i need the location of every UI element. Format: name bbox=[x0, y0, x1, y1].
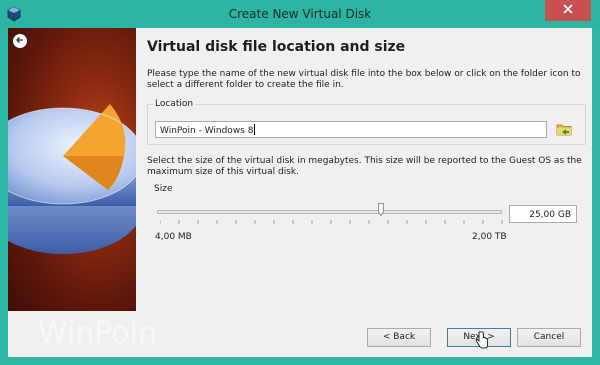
size-description: Select the size of the virtual disk in m… bbox=[147, 156, 582, 177]
size-value-input[interactable]: 25,00 GB bbox=[509, 205, 577, 223]
page-heading: Virtual disk file location and size bbox=[147, 39, 406, 55]
file-location-value: WinPoin - Windows 8 bbox=[160, 126, 254, 136]
slider-ticks bbox=[160, 220, 503, 224]
close-icon bbox=[563, 4, 573, 17]
hand-cursor-icon bbox=[475, 331, 489, 352]
size-max-label: 2,00 TB bbox=[472, 232, 507, 242]
file-location-input[interactable]: WinPoin - Windows 8 bbox=[155, 121, 547, 138]
size-slider-track[interactable] bbox=[157, 210, 502, 214]
wizard-back-button[interactable] bbox=[13, 34, 27, 48]
folder-icon bbox=[556, 122, 572, 139]
size-slider-thumb[interactable] bbox=[378, 203, 384, 217]
location-group-label: Location bbox=[153, 99, 196, 110]
size-min-label: 4,00 MB bbox=[155, 232, 192, 242]
size-group: Size 4,00 MB 2,00 TB 25,00 GB bbox=[147, 184, 586, 249]
close-button[interactable] bbox=[545, 0, 591, 21]
intro-text: Please type the name of the new virtual … bbox=[147, 69, 581, 90]
cancel-button[interactable]: Cancel bbox=[517, 328, 581, 347]
title-bar: Create New Virtual Disk bbox=[0, 0, 600, 28]
location-group: Location WinPoin - Windows 8 bbox=[147, 99, 586, 145]
choose-folder-button[interactable] bbox=[554, 120, 574, 140]
watermark: WinPoin bbox=[38, 316, 158, 351]
back-arrow-icon bbox=[15, 35, 25, 48]
text-caret bbox=[254, 124, 256, 135]
window-title: Create New Virtual Disk bbox=[228, 7, 372, 21]
size-group-label: Size bbox=[152, 184, 175, 195]
back-button[interactable]: < Back bbox=[367, 328, 431, 347]
wizard-side-image bbox=[8, 28, 136, 311]
disk-illustration-icon bbox=[8, 104, 136, 254]
dialog-client: Virtual disk file location and size Plea… bbox=[8, 28, 592, 357]
